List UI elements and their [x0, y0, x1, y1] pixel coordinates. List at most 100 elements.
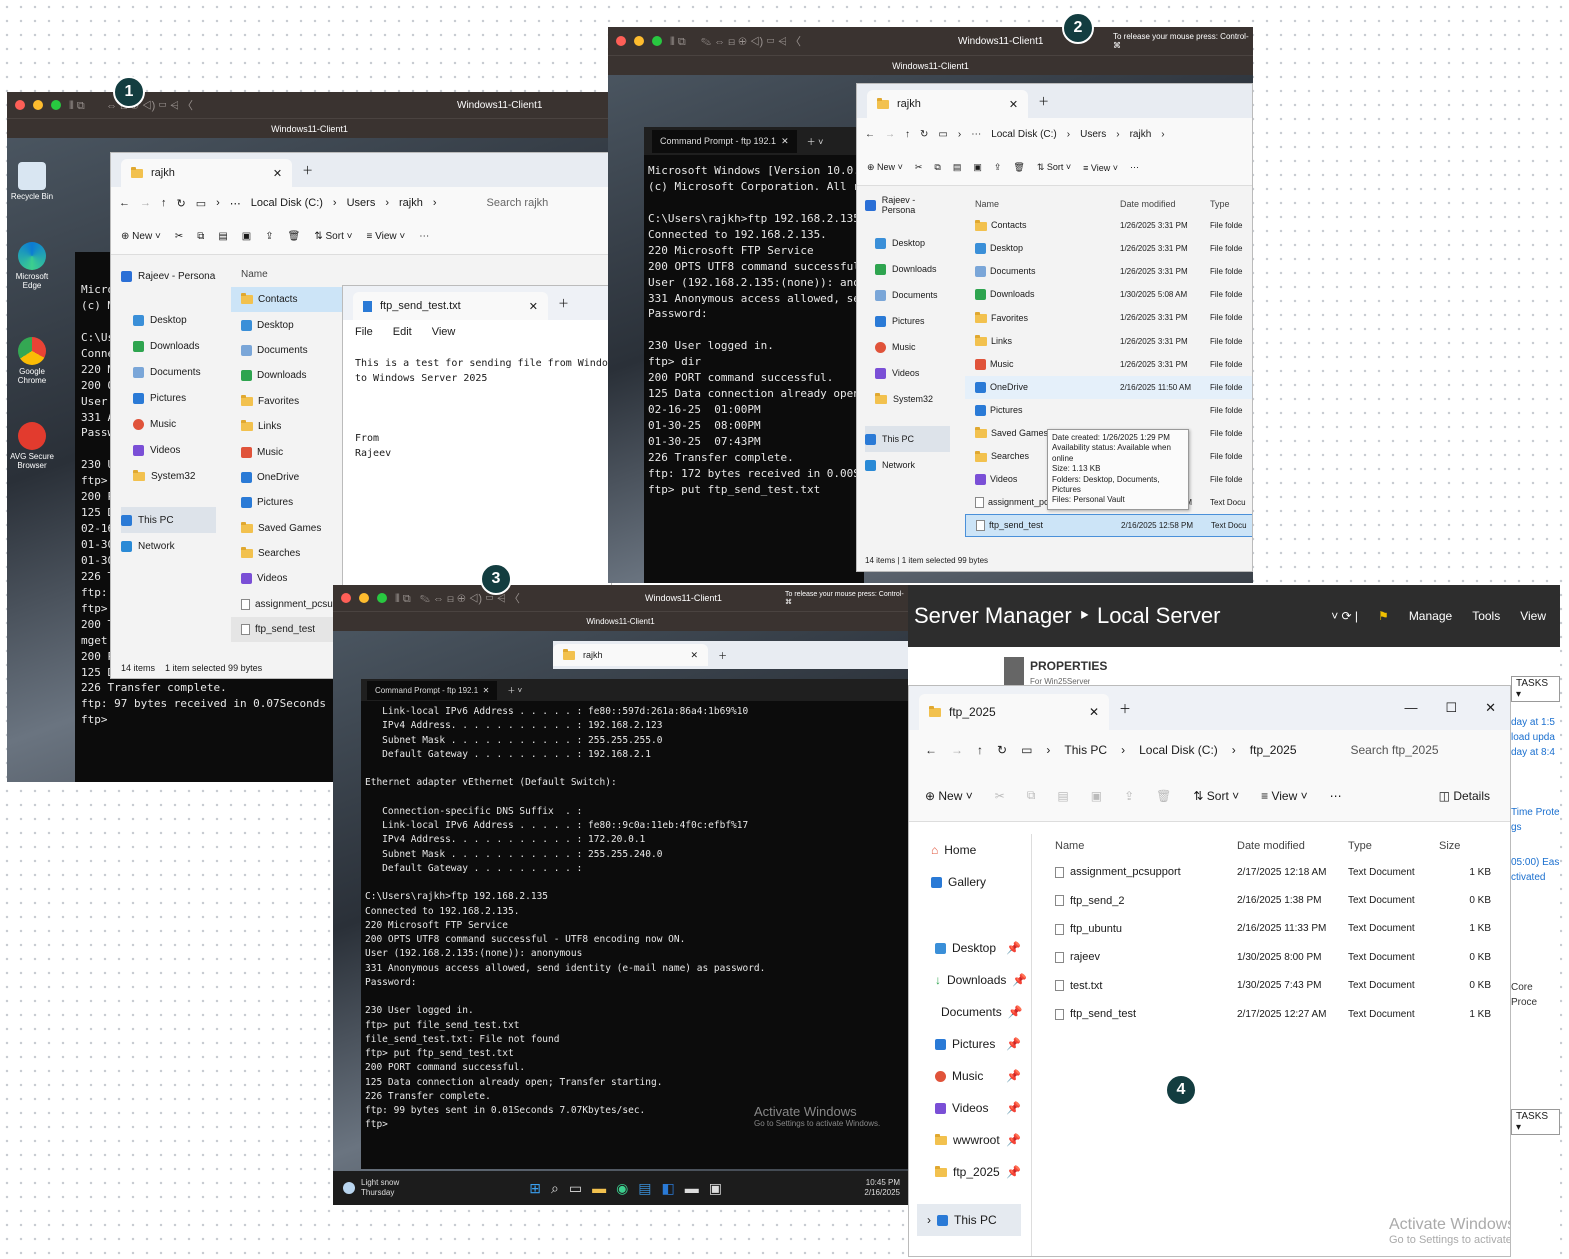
clock[interactable]: 10:45 PM 2/16/2025 — [864, 1178, 900, 1197]
table-row[interactable]: Favorites 1/26/2025 3:31 PM File folde — [965, 306, 1252, 329]
nav-item[interactable]: Music — [865, 334, 950, 360]
forward-arrow-icon[interactable]: → — [140, 197, 151, 209]
nav-item[interactable]: System32 — [865, 386, 950, 412]
table-row[interactable]: ftp_send_test 2/17/2025 12:27 AM Text Docu… — [1047, 1000, 1507, 1028]
paste-icon[interactable]: ▤ — [953, 162, 962, 173]
rename-icon[interactable]: ▣ — [1091, 789, 1102, 803]
nav-item[interactable]: Rajeev - Persona — [865, 192, 950, 218]
minimize-button[interactable] — [634, 36, 644, 46]
terminal-tab[interactable]: Command Prompt - ftp 192.1 ✕ — [367, 680, 498, 700]
edge-icon[interactable]: ◉ — [616, 1180, 628, 1197]
paste-icon[interactable]: ▤ — [1057, 789, 1068, 803]
notepad-text[interactable]: This is a test for sending file from Win… — [343, 344, 611, 473]
cut-icon[interactable]: ✂ — [915, 162, 923, 173]
forward-arrow-icon[interactable]: → — [951, 743, 963, 757]
new-tab-button[interactable]: ＋ ˅ — [507, 685, 522, 696]
back-arrow-icon[interactable]: ← — [925, 743, 937, 757]
delete-icon[interactable]: 🗑 — [1013, 162, 1024, 173]
nav-item[interactable]: Music 📌 — [931, 1060, 1021, 1092]
refresh-icon[interactable]: ˅ ⟳ | — [1331, 609, 1358, 623]
sort-button[interactable]: ⇅ Sort ˅ — [314, 231, 352, 242]
breadcrumb-3[interactable]: ftp_2025 — [1250, 743, 1297, 757]
nav-item[interactable]: ↓ Downloads 📌 — [931, 964, 1027, 996]
breadcrumb-2[interactable]: Users — [1080, 129, 1106, 140]
nav-item[interactable]: Pictures — [865, 308, 950, 334]
column-header-date[interactable]: Date modified — [1237, 840, 1348, 852]
nav-item[interactable]: Documents — [121, 359, 216, 385]
menu-edit[interactable]: Edit — [393, 326, 412, 338]
nav-item[interactable]: Videos 📌 — [931, 1092, 1021, 1124]
view-button[interactable]: ≡ View ˅ — [1083, 163, 1118, 173]
more-icon[interactable]: ⋯ — [1330, 789, 1342, 803]
explorer-tab[interactable]: rajkh ✕ — [121, 159, 293, 187]
table-row[interactable]: assignment_pcsupport 2/17/2025 12:18 AM Te… — [1047, 858, 1507, 886]
nav-item[interactable]: System32 — [121, 463, 216, 489]
column-header-name[interactable]: Name — [1047, 840, 1237, 852]
column-header-date[interactable]: Date modified — [1120, 199, 1210, 209]
table-row[interactable]: Music 1/26/2025 3:31 PM File folde — [965, 353, 1252, 376]
minimize-icon[interactable]: — — [1404, 700, 1417, 716]
share-icon[interactable]: ⇪ — [265, 231, 273, 242]
nav-item[interactable]: Documents — [865, 282, 950, 308]
column-header-type[interactable]: Type — [1348, 840, 1439, 852]
terminal-output[interactable]: Link-local IPv6 Address . . . . . : fe80… — [361, 701, 908, 1161]
breadcrumb-3[interactable]: rajkh — [399, 197, 423, 209]
nav-item[interactable]: Documents 📌 — [931, 996, 1023, 1028]
menu-view[interactable]: View — [432, 326, 456, 338]
refresh-icon[interactable]: ↻ — [997, 743, 1007, 757]
nav-item[interactable]: Network — [865, 452, 950, 478]
search-input[interactable]: Search ftp_2025 — [1351, 743, 1439, 757]
zoom-button[interactable] — [377, 593, 387, 603]
weather-widget[interactable]: Light snow Thursday — [361, 1178, 399, 1197]
table-row[interactable]: Documents 1/26/2025 3:31 PM File folde — [965, 260, 1252, 283]
explorer-tab[interactable]: rajkh ✕ — [553, 644, 709, 666]
zoom-button[interactable] — [652, 36, 662, 46]
menu-file[interactable]: File — [355, 326, 373, 338]
menu-tools[interactable]: Tools — [1472, 609, 1500, 623]
copy-icon[interactable]: ⧉ — [197, 231, 204, 242]
sort-button[interactable]: ⇅ Sort ˅ — [1037, 162, 1071, 173]
up-arrow-icon[interactable]: ↑ — [905, 129, 910, 140]
view-button[interactable]: ≡ View ˅ — [1261, 789, 1307, 803]
more-icon[interactable]: ⋯ — [1130, 162, 1139, 173]
zoom-button[interactable] — [51, 100, 61, 110]
nav-item[interactable]: wwwroot 📌 — [931, 1124, 1021, 1156]
nav-item[interactable]: Downloads — [865, 256, 950, 282]
cut-icon[interactable]: ✂ — [175, 231, 183, 242]
new-button[interactable]: ⊕ New ˅ — [121, 231, 161, 242]
photos-icon[interactable]: ▬ — [685, 1180, 699, 1197]
nav-item-gallery[interactable]: Gallery — [931, 866, 1021, 898]
table-row[interactable]: Pictures File folde — [965, 399, 1252, 422]
nav-item[interactable]: Pictures 📌 — [931, 1028, 1021, 1060]
close-button[interactable] — [616, 36, 626, 46]
tasks-dropdown-2[interactable]: TASKS ▾ — [1511, 1109, 1560, 1135]
nav-item[interactable]: Music — [121, 411, 216, 437]
recycle-bin-icon[interactable]: Recycle Bin — [9, 162, 55, 201]
nav-item[interactable]: Desktop 📌 — [931, 932, 1021, 964]
new-tab-button[interactable]: ＋ — [718, 649, 727, 662]
breadcrumb-3[interactable]: rajkh — [1130, 129, 1152, 140]
nav-item[interactable]: Network — [121, 533, 216, 559]
copy-icon[interactable]: ⧉ — [1027, 788, 1036, 803]
new-tab-button[interactable]: ＋ — [558, 295, 569, 311]
new-tab-button[interactable]: ＋ — [1119, 700, 1131, 717]
table-row[interactable]: ftp_send_2 2/16/2025 1:38 PM Text Document… — [1047, 886, 1507, 914]
table-row[interactable]: Desktop 1/26/2025 3:31 PM File folde — [965, 237, 1252, 260]
delete-icon[interactable]: 🗑 — [288, 231, 301, 242]
terminal-tab[interactable]: Command Prompt - ftp 192.1 ✕ — [652, 129, 797, 153]
close-button[interactable] — [341, 593, 351, 603]
breadcrumb-2[interactable]: Local Disk (C:) — [1139, 743, 1218, 757]
new-tab-button[interactable]: ＋ ˅ — [807, 135, 824, 148]
back-arrow-icon[interactable]: ← — [865, 129, 875, 140]
table-row[interactable]: Links 1/26/2025 3:31 PM File folde — [965, 329, 1252, 352]
explorer-tab[interactable]: rajkh ✕ — [867, 90, 1029, 118]
paste-icon[interactable]: ▤ — [218, 231, 227, 242]
table-row[interactable]: ftp_send_test 2/16/2025 12:58 PM Text Docu — [965, 514, 1252, 538]
table-row[interactable]: Contacts 1/26/2025 3:31 PM File folde — [965, 214, 1252, 237]
new-button[interactable]: ⊕ New ˅ — [925, 789, 973, 803]
rename-icon[interactable]: ▣ — [973, 162, 982, 173]
breadcrumb-1[interactable]: Local Disk (C:) — [251, 197, 323, 209]
maximize-icon[interactable]: ☐ — [1445, 700, 1457, 716]
menu-view[interactable]: View — [1520, 609, 1546, 623]
sort-button[interactable]: ⇅ Sort ˅ — [1193, 789, 1239, 803]
